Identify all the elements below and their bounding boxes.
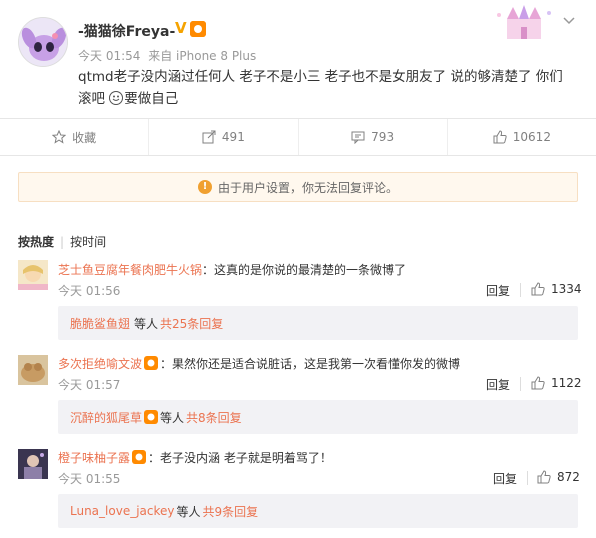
sort-by-time-tab[interactable]: 按时间 [70,235,106,249]
user-avatar[interactable] [18,17,68,67]
comment-like-count: 872 [557,470,580,484]
sub-reply-mid: 等人 [176,504,201,519]
commenter-name[interactable]: 橙子味柚子露 [58,451,130,465]
sort-divider: | [60,235,65,249]
like-button[interactable]: 10612 [448,119,596,155]
sub-reply-mid: 等人 [134,316,159,331]
reply-button[interactable]: 回复 [493,470,517,487]
comment-like-button[interactable]: 1334 [531,282,582,296]
forward-count: 491 [221,130,245,144]
post-source: 来自 iPhone 8 Plus [148,49,257,63]
thumbs-up-icon [537,470,551,484]
notice-text: 由于用户设置，你无法回复评论。 [217,180,398,195]
favorite-label: 收藏 [72,130,97,145]
comment-count: 793 [371,130,395,144]
favorite-button[interactable]: 收藏 [0,119,150,155]
comment-text: ：这真的是你说的最清楚的一条微博了 [202,263,407,277]
chevron-down-icon[interactable] [563,14,575,29]
comment-text: ：果然你还是适合说脏话，这是我第一次看懂你发的微博 [160,357,461,371]
like-count: 10612 [512,130,551,144]
post-text-line2-suffix: 要做自己 [124,91,179,107]
weibo-post: -猫猫徐Freya- V 今天 01:54 来自 iPhone 8 Plus q… [0,0,596,118]
post-meta: 今天 01:54 来自 iPhone 8 Plus [78,47,256,64]
thumbs-up-icon [493,130,507,144]
commenter-avatar[interactable] [18,449,48,479]
comment-text: ：老子没内涵 老子就是明着骂了！ [148,451,332,465]
sub-reply-summary[interactable]: 脆脆鲨鱼翅 等人 共25条回复 [58,306,578,340]
comment-like-count: 1334 [551,282,582,296]
sub-reply-count[interactable]: 共9条回复 [203,503,259,520]
commenter-name[interactable]: 多次拒绝喻文波 [58,357,142,371]
action-divider [520,283,521,297]
post-text: qtmd老子没内涵过任何人 老子不是小三 老子也不是女朋友了 说的够清楚了 你们… [78,66,578,110]
action-divider [527,471,528,485]
castle-decoration-icon [497,5,551,39]
reply-disabled-notice: ! 由于用户设置，你无法回复评论。 [18,172,578,202]
comment-like-button[interactable]: 872 [537,470,580,484]
comment-time: 今天 01:56 [58,284,121,298]
comment-like-count: 1122 [551,376,582,390]
star-icon [52,130,67,144]
comment-like-button[interactable]: 1122 [531,376,582,390]
comment-time: 今天 01:57 [58,378,121,392]
commenter-avatar[interactable] [18,355,48,385]
reply-button[interactable]: 回复 [486,282,510,299]
comment-button[interactable]: 793 [299,119,448,155]
vip-badge-icon [190,21,206,37]
comment-sort-tabs: 按热度 | 按时间 [18,233,106,250]
post-time[interactable]: 今天 01:54 [78,49,140,63]
vip-badge-icon [132,450,147,464]
sub-reply-user[interactable]: 沉醉的狐尾草 [70,409,142,426]
forward-icon [202,130,216,144]
sub-reply-user[interactable]: 脆脆鲨鱼翅 [70,315,130,332]
comment-time: 今天 01:55 [58,472,121,486]
sub-reply-summary[interactable]: 沉醉的狐尾草 等人 共8条回复 [58,400,578,434]
thumbs-up-icon [531,376,545,390]
stitch-avatar-icon [19,18,67,66]
reply-button[interactable]: 回复 [486,376,510,393]
vip-badge-icon [144,410,159,424]
action-divider [520,377,521,391]
sub-reply-mid: 等人 [160,410,185,425]
sub-reply-count[interactable]: 共25条回复 [160,315,223,332]
warning-icon: ! [197,180,212,194]
sub-reply-count[interactable]: 共8条回复 [186,409,242,426]
commenter-avatar[interactable] [18,260,48,290]
sub-reply-summary[interactable]: Luna_love_jackey 等人 共9条回复 [58,494,578,528]
thumbs-up-icon [531,282,545,296]
vip-badge-icon [144,356,159,370]
sub-reply-user[interactable]: Luna_love_jackey [70,504,175,518]
post-action-bar: 收藏 491 793 10612 [0,118,596,156]
post-text-line2-prefix: 滚吧 [78,91,105,107]
post-username[interactable]: -猫猫徐Freya- [78,21,175,41]
verified-v-badge-icon: V [175,19,187,37]
emoji-icon [109,91,124,105]
commenter-name[interactable]: 芝士鱼豆腐年餐肉肥牛火锅 [58,263,202,277]
sort-by-hot-tab[interactable]: 按热度 [18,235,54,249]
forward-button[interactable]: 491 [149,119,299,155]
post-text-line1: qtmd老子没内涵过任何人 老子不是小三 老子也不是女朋友了 说的够清楚了 你们 [78,69,563,85]
comment-icon [351,131,365,144]
